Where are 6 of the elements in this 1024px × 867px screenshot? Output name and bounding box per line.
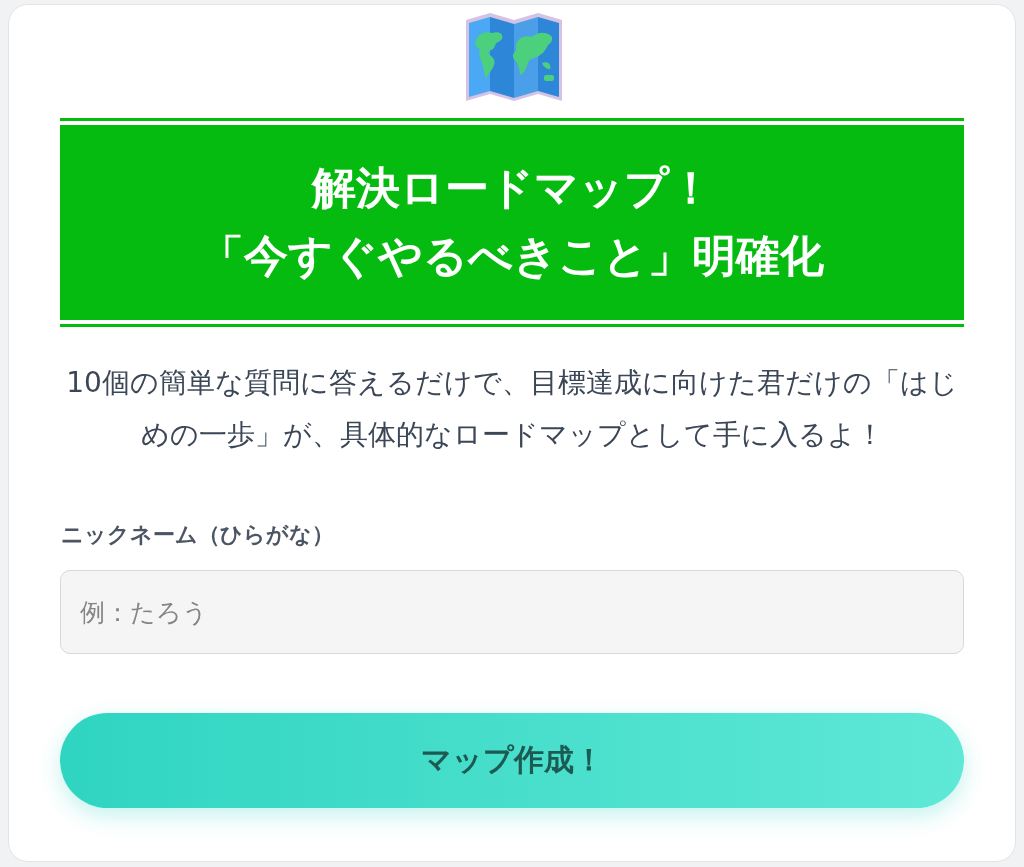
input-field[interactable]: 例：たろう [60, 570, 964, 654]
banner-title: 解決ロードマップ！ 「今すぐやるべきこと」明確化 [199, 161, 825, 283]
field-label: ニックネーム（ひらがな） [60, 521, 335, 549]
intro-paragraph: 10個の簡単な質問に答えるだけで、目標達成に向けた君だけの「はじめの一歩」が、具体的なロードマップとして手に入るよ！ [65, 365, 959, 453]
map-icon [465, 13, 563, 101]
create-map-button[interactable]: マップ作成！ [60, 713, 964, 808]
